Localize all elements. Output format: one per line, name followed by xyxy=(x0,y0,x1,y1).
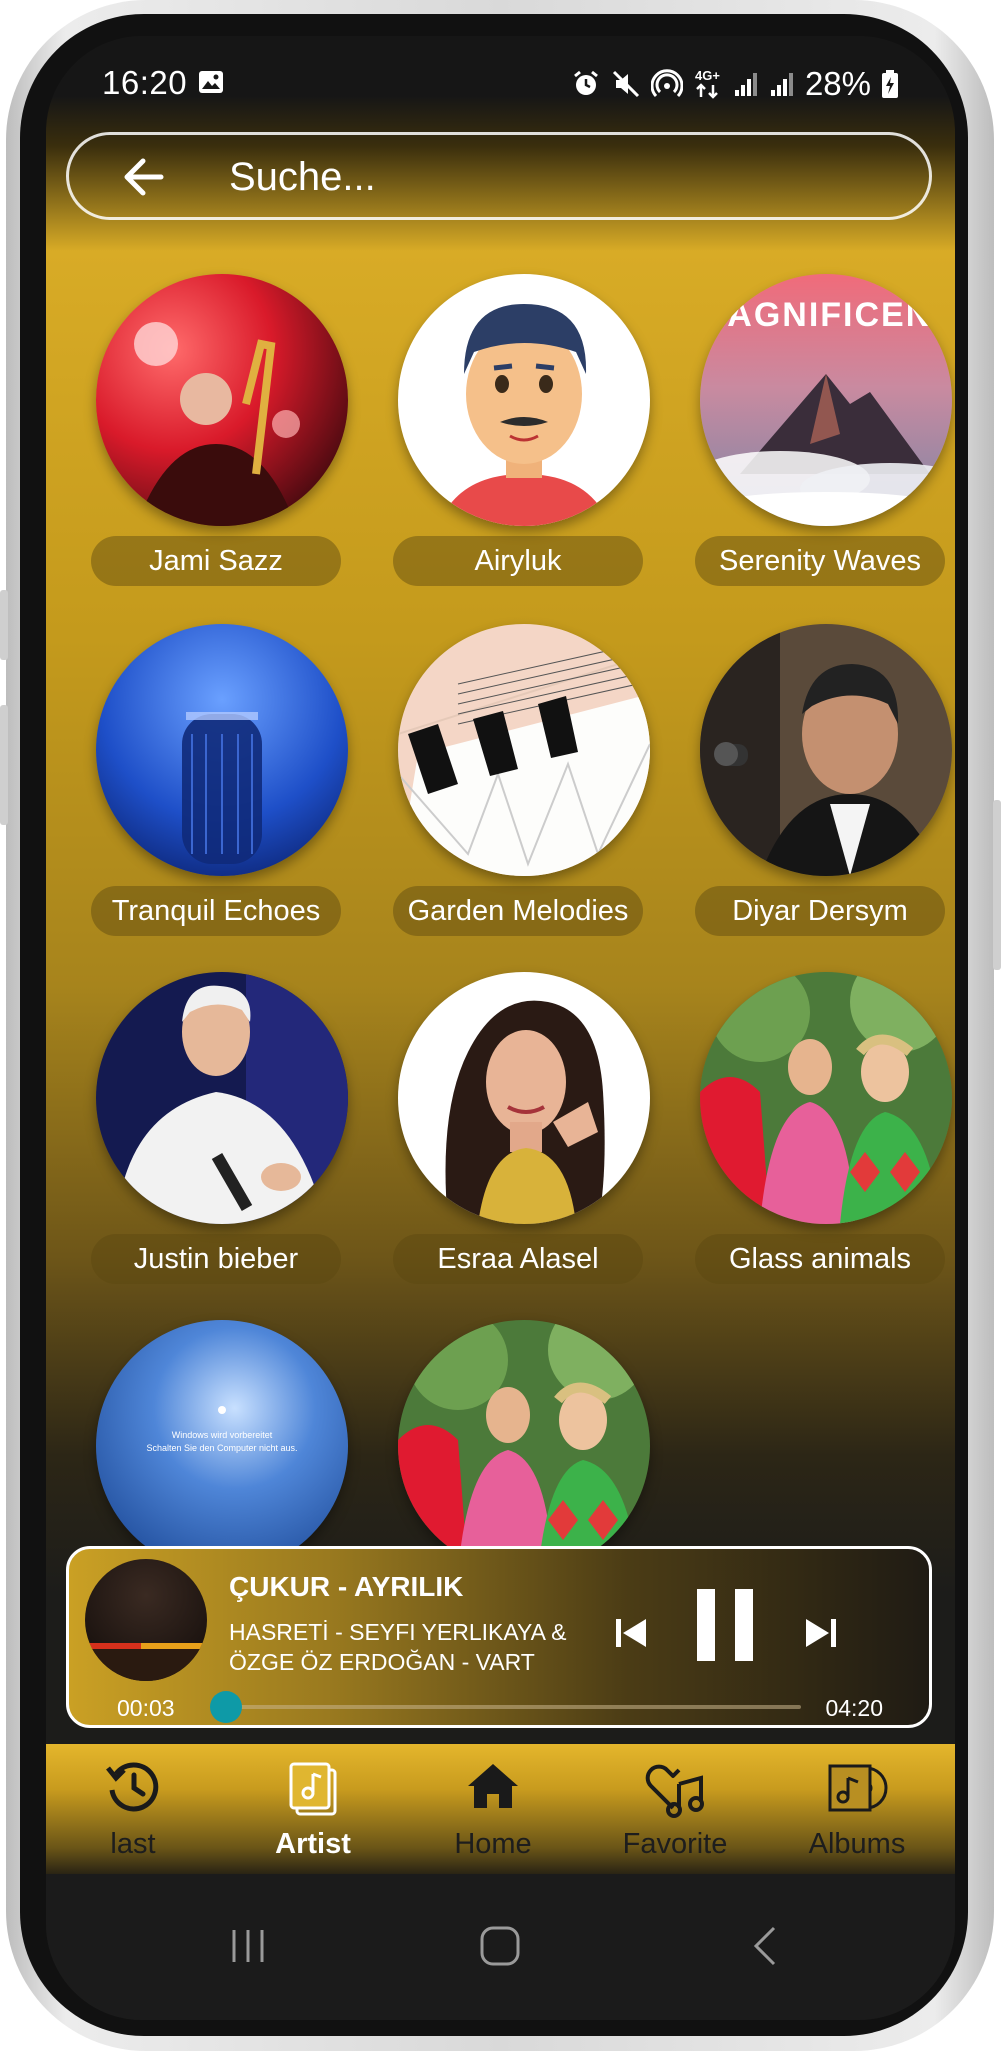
4g-data-icon: 4G+ xyxy=(695,68,720,99)
heart-music-icon xyxy=(645,1764,704,1818)
artist-name: Serenity Waves xyxy=(695,536,945,586)
nav-item-last[interactable]: last xyxy=(48,1744,218,1874)
bottom-navigation: last Artist Home Favorite Albums xyxy=(46,1744,955,1874)
battery-percent: 28% xyxy=(804,65,871,102)
artist-card[interactable]: Esraa Alasel xyxy=(348,972,650,1302)
nav-label: last xyxy=(110,1828,156,1860)
next-icon[interactable] xyxy=(803,1615,839,1651)
artist-avatar-glass-animals xyxy=(700,972,952,1224)
nav-label: Favorite xyxy=(622,1828,728,1860)
artist-card[interactable]: Garden Melodies xyxy=(348,624,650,954)
current-time: 00:03 xyxy=(117,1695,175,1721)
nav-label: Albums xyxy=(808,1828,906,1860)
nav-label: Home xyxy=(454,1828,532,1860)
recent-apps-icon[interactable] xyxy=(226,1924,270,1968)
nav-label: Artist xyxy=(275,1828,351,1860)
artist-card[interactable]: Justin bieber xyxy=(46,972,348,1302)
back-arrow-icon[interactable] xyxy=(121,155,167,199)
alarm-icon xyxy=(574,70,598,95)
nav-item-favorite[interactable]: Favorite xyxy=(590,1744,760,1874)
image-notification-icon xyxy=(199,71,223,93)
artist-card[interactable]: MAGNIFICENT Serenity Waves xyxy=(650,274,952,604)
art-text-line2: Schalten Sie den Computer nicht aus. xyxy=(146,1443,297,1453)
previous-icon[interactable] xyxy=(613,1615,649,1651)
artist-name: Esraa Alasel xyxy=(393,1234,643,1284)
artist-cards-icon xyxy=(289,1762,337,1816)
power-button xyxy=(993,800,1001,970)
artist-avatar-windows: Windows wird vorbereitet Schalten Sie de… xyxy=(96,1320,348,1572)
now-playing-artwork xyxy=(85,1559,207,1681)
artist-avatar-jami-sazz xyxy=(96,274,348,526)
artist-name: Glass animals xyxy=(695,1234,945,1284)
total-time: 04:20 xyxy=(825,1695,883,1721)
volume-up-button xyxy=(0,590,8,660)
artist-name: Airyluk xyxy=(393,536,643,586)
artist-card[interactable]: Jami Sazz xyxy=(46,274,348,604)
artist-card[interactable]: Airyluk xyxy=(348,274,650,604)
artist-card[interactable]: Glass animals xyxy=(650,972,952,1302)
now-playing-subtitle: HASRETİ - SEYFI YERLIKAYA & ÖZGE ÖZ ERDO… xyxy=(229,1619,567,1675)
home-icon xyxy=(468,1764,518,1808)
app-screen: 16:20 4G+ 28% Suche... Jami Sazz Airyluk… xyxy=(46,36,955,2020)
artist-name: Jami Sazz xyxy=(91,536,341,586)
status-time: 16:20 xyxy=(102,64,188,101)
volume-down-button xyxy=(0,705,8,825)
artist-name: Justin bieber xyxy=(91,1234,341,1284)
art-text-line1: Windows wird vorbereitet xyxy=(172,1430,273,1440)
album-icon xyxy=(828,1764,888,1812)
hotspot-icon xyxy=(650,69,683,98)
artist-card[interactable]: Diyar Dersym xyxy=(650,624,952,954)
album-art-text: MAGNIFICENT xyxy=(700,296,952,334)
artist-avatar-tranquil-echoes xyxy=(96,624,348,876)
status-bar: 16:20 4G+ 28% xyxy=(46,36,955,136)
nav-item-artist[interactable]: Artist xyxy=(228,1744,398,1874)
system-navigation-bar xyxy=(46,1874,955,2020)
nav-item-albums[interactable]: Albums xyxy=(772,1744,942,1874)
artist-card[interactable]: Tranquil Echoes xyxy=(46,624,348,954)
signal-icon-1 xyxy=(734,73,757,96)
pause-icon[interactable] xyxy=(693,1587,757,1663)
status-icons: 4G+ 28% xyxy=(571,62,899,106)
system-back-icon[interactable] xyxy=(744,1924,788,1968)
search-input[interactable] xyxy=(229,149,789,205)
svg-text:4G+: 4G+ xyxy=(695,68,720,83)
artist-name: Tranquil Echoes xyxy=(91,886,341,936)
artist-avatar-garden-melodies xyxy=(398,624,650,876)
artist-name: Garden Melodies xyxy=(393,886,643,936)
battery-charging-icon xyxy=(882,70,898,98)
search-bar[interactable] xyxy=(66,132,932,220)
history-icon xyxy=(106,1762,159,1812)
now-playing-bar[interactable]: ÇUKUR - AYRILIK HASRETİ - SEYFI YERLIKAY… xyxy=(66,1546,932,1728)
artist-avatar-glass-animals-2 xyxy=(398,1320,650,1572)
progress-thumb[interactable] xyxy=(209,1691,242,1723)
signal-icon-2 xyxy=(770,73,793,96)
artist-avatar-justin-bieber xyxy=(96,972,348,1224)
artist-avatar-airyluk xyxy=(398,274,650,526)
artist-name: Diyar Dersym xyxy=(695,886,945,936)
nav-item-home[interactable]: Home xyxy=(408,1744,578,1874)
artist-avatar-serenity-waves: MAGNIFICENT xyxy=(700,274,952,526)
home-circle-icon[interactable] xyxy=(478,1924,522,1968)
artist-avatar-diyar-dersym xyxy=(700,624,952,876)
artist-avatar-esraa-alasel xyxy=(398,972,650,1224)
progress-slider[interactable] xyxy=(209,1691,801,1723)
mute-icon xyxy=(612,70,639,98)
now-playing-title: ÇUKUR - AYRILIK xyxy=(229,1571,464,1602)
